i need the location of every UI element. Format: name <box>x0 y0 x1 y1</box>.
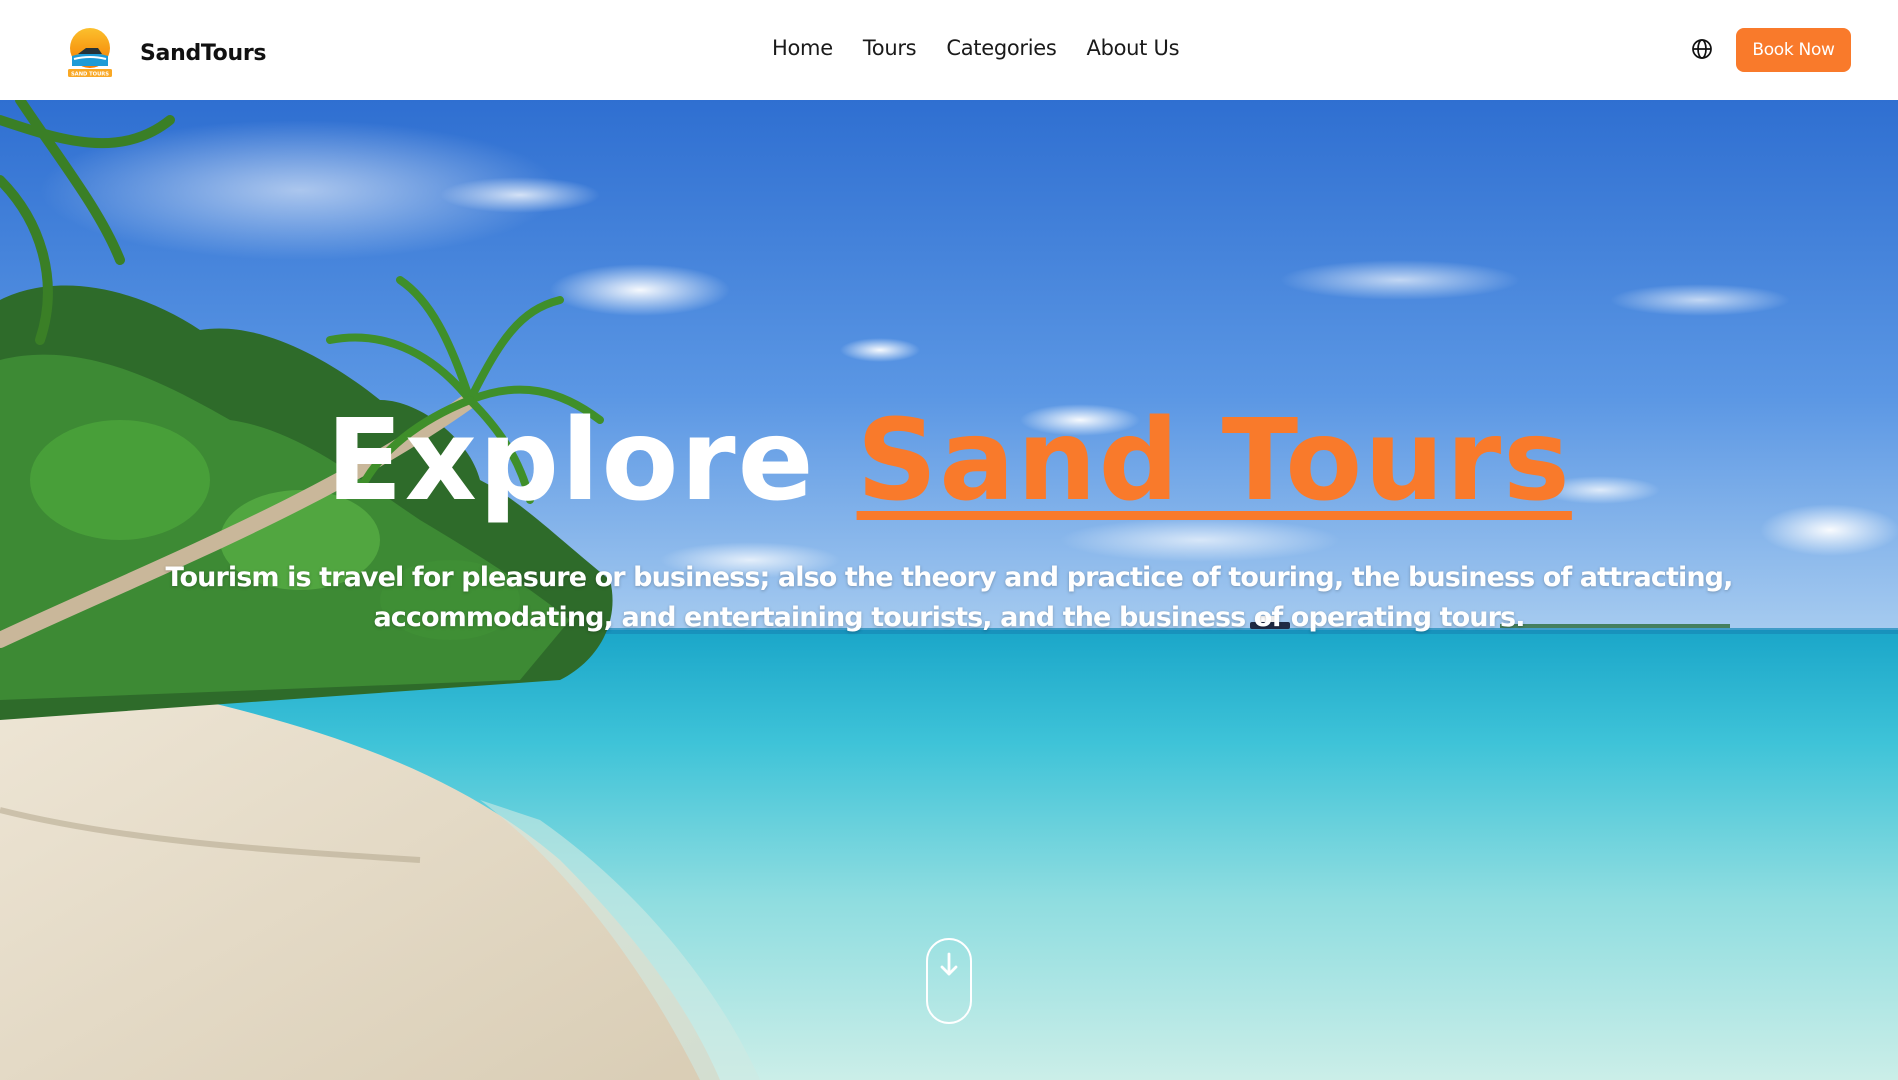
hero-title-prefix: Explore <box>326 396 816 526</box>
globe-icon <box>1692 39 1712 59</box>
brand-name: SandTours <box>140 40 267 66</box>
hero-section: Explore Sand Tours Tourism is travel for… <box>0 100 1898 1080</box>
site-header: SAND TOURS SandTours Home Tours Categori… <box>0 0 1898 100</box>
scroll-down-button[interactable] <box>926 938 972 1024</box>
nav-categories[interactable]: Categories <box>946 36 1057 60</box>
hero-title: Explore Sand Tours <box>0 396 1898 526</box>
language-selector[interactable] <box>1691 38 1713 60</box>
nav-home[interactable]: Home <box>772 36 833 60</box>
brand[interactable]: SAND TOURS SandTours <box>64 26 267 80</box>
main-nav: Home Tours Categories About Us <box>772 36 1180 60</box>
hero-subtitle: Tourism is travel for pleasure or busine… <box>165 562 1734 633</box>
nav-about-us[interactable]: About Us <box>1087 36 1180 60</box>
logo-text: SAND TOURS <box>71 72 109 78</box>
hero-title-accent[interactable]: Sand Tours <box>857 396 1572 526</box>
logo: SAND TOURS <box>68 28 112 78</box>
book-now-button[interactable]: Book Now <box>1736 28 1851 72</box>
arrow-down-icon <box>940 952 958 976</box>
nav-tours[interactable]: Tours <box>863 36 917 60</box>
